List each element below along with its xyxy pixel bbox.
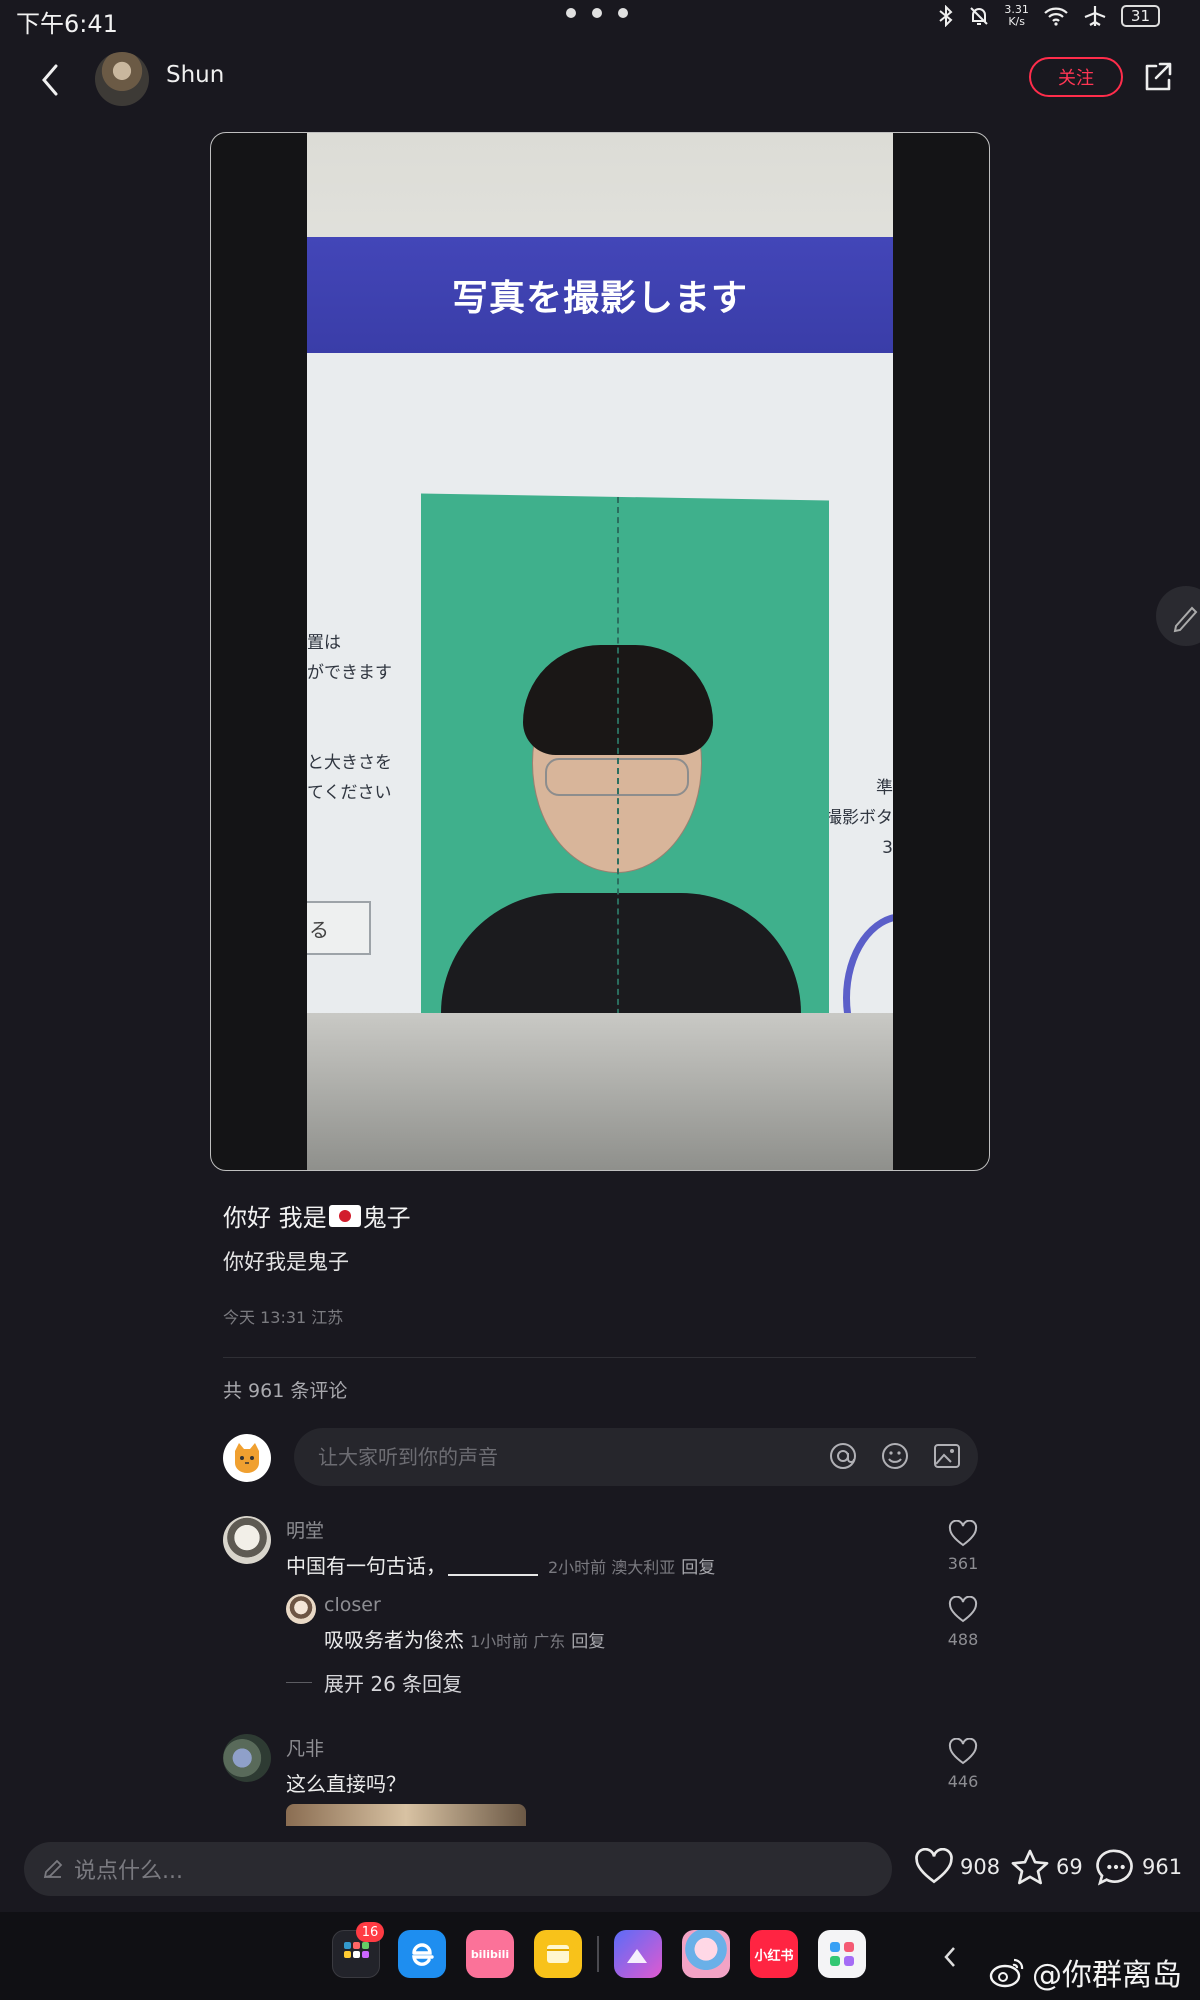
mute-bell-icon bbox=[970, 7, 989, 25]
chat-bubble-icon bbox=[1096, 1849, 1133, 1886]
weibo-watermark: @你群离岛 bbox=[988, 1950, 1182, 1994]
comment-button[interactable]: 961 bbox=[1096, 1848, 1182, 1886]
comment-text-field[interactable] bbox=[318, 1445, 788, 1469]
edit-icon[interactable] bbox=[1156, 586, 1200, 646]
heart-icon bbox=[948, 1737, 978, 1765]
reply-like[interactable]: 488 bbox=[938, 1595, 988, 1649]
battery-indicator: 31 bbox=[1120, 5, 1160, 27]
wifi-icon bbox=[1044, 7, 1068, 26]
comment-input[interactable] bbox=[294, 1428, 978, 1486]
xiaohongshu-app-icon[interactable]: 小红书 bbox=[750, 1930, 798, 1978]
like-button[interactable]: 908 bbox=[914, 1848, 1000, 1886]
gallery-app-icon[interactable] bbox=[614, 1930, 662, 1978]
kiosk-right-text: 準 撮影ボタ 3 bbox=[825, 778, 893, 858]
reply-body[interactable]: 吸吸务者为俊杰 1小时前 广东 回复 bbox=[324, 1624, 605, 1653]
reply-button[interactable]: 回复 bbox=[571, 1632, 605, 1652]
app-grid-icon[interactable] bbox=[818, 1930, 866, 1978]
blank-underline bbox=[448, 1574, 538, 1576]
network-speed: 3.31 K/s bbox=[1004, 3, 1029, 28]
star-count: 69 bbox=[1056, 1855, 1083, 1879]
dock-separator bbox=[597, 1936, 599, 1972]
post-meta: 今天 13:31 江苏 bbox=[223, 1308, 344, 1327]
bilibili-app-icon[interactable]: bilibili bbox=[466, 1930, 514, 1978]
divider bbox=[223, 1357, 976, 1358]
comment-count: 共 961 条评论 bbox=[223, 1380, 348, 1402]
bluetooth-icon bbox=[939, 5, 953, 27]
star-button[interactable]: 69 bbox=[1010, 1848, 1083, 1886]
photo-kiosk-screen: 写真を撮影します 置は ができます と大きさを てください 準 撮影ボタ 3 る bbox=[307, 133, 893, 1170]
status-time: 下午6:41 bbox=[16, 10, 118, 38]
author-name[interactable]: Shun bbox=[166, 62, 224, 88]
emoji-icon[interactable] bbox=[880, 1441, 910, 1471]
author-avatar[interactable] bbox=[95, 52, 149, 106]
cat-icon bbox=[235, 1443, 259, 1473]
kiosk-left-text: 置は ができます と大きさを てください bbox=[307, 633, 392, 803]
dock-back-chevron-icon[interactable] bbox=[940, 1944, 960, 1970]
reply-button[interactable]: 回复 bbox=[681, 1558, 715, 1578]
comment-body[interactable]: 这么直接吗？ bbox=[286, 1768, 406, 1797]
weibo-logo-icon bbox=[989, 1958, 1024, 1988]
expand-replies-button[interactable]: 展开 26 条回复 bbox=[286, 1668, 462, 1697]
kiosk-bezel bbox=[307, 1013, 893, 1170]
game-app-icon[interactable] bbox=[682, 1930, 730, 1978]
heart-icon bbox=[948, 1595, 978, 1623]
replier-name[interactable]: closer bbox=[324, 1594, 381, 1616]
commenter-name[interactable]: 凡非 bbox=[286, 1734, 324, 1761]
post-body: 你好我是鬼子 bbox=[223, 1250, 349, 1274]
comment-body[interactable]: 中国有一句古话， 2小时前 澳大利亚 回复 bbox=[286, 1550, 715, 1579]
commenter-avatar[interactable] bbox=[223, 1516, 271, 1564]
kiosk-banner: 写真を撮影します bbox=[307, 237, 893, 353]
follow-button[interactable]: 关注 bbox=[1029, 57, 1123, 97]
image-icon[interactable] bbox=[932, 1441, 962, 1471]
say-something-input[interactable]: 说点什么... bbox=[24, 1842, 892, 1896]
files-app-icon[interactable] bbox=[534, 1930, 582, 1978]
post-title: 你好 我是 鬼子 bbox=[223, 1204, 411, 1232]
status-dots-icon bbox=[566, 8, 628, 18]
browser-app-icon[interactable] bbox=[398, 1930, 446, 1978]
back-button[interactable] bbox=[34, 60, 68, 100]
status-icons: 3.31 K/s 31 bbox=[938, 4, 1160, 28]
star-icon bbox=[1011, 1849, 1049, 1885]
comment-like[interactable]: 361 bbox=[938, 1519, 988, 1573]
heart-icon bbox=[948, 1519, 978, 1547]
notification-badge: 16 bbox=[356, 1922, 384, 1942]
pencil-icon bbox=[43, 1859, 63, 1879]
comment-image[interactable] bbox=[286, 1804, 526, 1826]
post-image[interactable]: 写真を撮影します 置は ができます と大きさを てください 準 撮影ボタ 3 る bbox=[210, 132, 990, 1171]
airplane-icon bbox=[1084, 6, 1106, 26]
share-icon[interactable] bbox=[1142, 60, 1174, 94]
kiosk-back-button: る bbox=[307, 901, 371, 955]
heart-icon bbox=[915, 1848, 953, 1884]
my-avatar bbox=[223, 1434, 271, 1482]
like-count: 908 bbox=[960, 1855, 1001, 1879]
comment-total: 961 bbox=[1142, 1855, 1183, 1879]
japan-flag-icon bbox=[328, 1204, 361, 1227]
mention-icon[interactable] bbox=[828, 1441, 858, 1471]
guide-line bbox=[617, 497, 619, 1045]
replier-avatar[interactable] bbox=[286, 1594, 316, 1624]
comment-like[interactable]: 446 bbox=[938, 1737, 988, 1791]
commenter-name[interactable]: 明堂 bbox=[286, 1516, 324, 1543]
commenter-avatar[interactable] bbox=[223, 1734, 271, 1782]
